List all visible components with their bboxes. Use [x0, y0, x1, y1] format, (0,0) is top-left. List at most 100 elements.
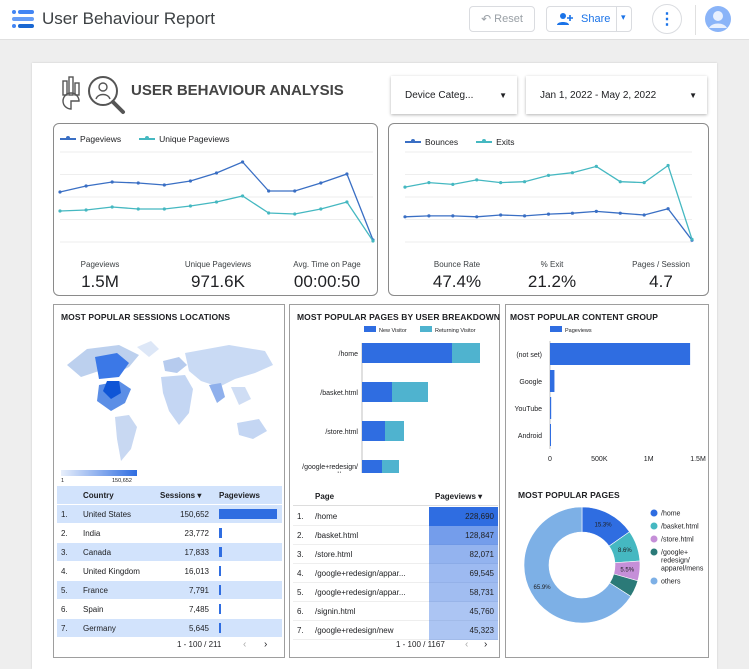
- pageviews-value: 228,690: [465, 512, 494, 521]
- data-point: [345, 200, 349, 204]
- pages-table: Page Pageviews ▾ 1. /home 228,690 2. /basket.h…: [293, 487, 498, 640]
- row-index: 6.: [61, 605, 68, 614]
- pageviews-value: 128,847: [465, 531, 494, 540]
- date-range-control[interactable]: Jan 1, 2022 - May 2, 2022 ▼: [526, 76, 707, 114]
- data-point: [240, 194, 245, 198]
- next-page-icon[interactable]: ›: [484, 639, 487, 650]
- table-row[interactable]: 5. /google+redesign/appar... 58,731: [293, 583, 498, 602]
- more-options-icon[interactable]: ⋮: [652, 4, 682, 34]
- table-row[interactable]: 6. Spain 7,485: [57, 600, 282, 618]
- table-row[interactable]: 4. United Kingdom 16,013: [57, 562, 282, 580]
- legend-label: apparel/mens: [661, 566, 704, 573]
- reset-button[interactable]: ↶ Reset: [469, 6, 535, 32]
- data-point: [110, 205, 114, 209]
- pageviews-bar: [219, 509, 277, 519]
- data-point: [136, 207, 140, 211]
- row-index: 7.: [297, 626, 304, 635]
- legend-swatch: [650, 535, 658, 543]
- data-point: [267, 189, 271, 193]
- table-row[interactable]: 7. /google+redesign/new 45,323: [293, 621, 498, 640]
- bar-segment: [452, 343, 480, 363]
- prev-page-icon[interactable]: ‹: [243, 639, 246, 650]
- locations-title: MOST POPULAR SESSIONS LOCATIONS: [61, 312, 231, 322]
- page-path: /signin.html: [315, 607, 356, 616]
- legend-marker: [411, 139, 415, 143]
- world-map[interactable]: [59, 327, 281, 467]
- share-dropdown-icon[interactable]: ▾: [621, 12, 626, 23]
- table-row[interactable]: 7. Germany 5,645: [57, 619, 282, 637]
- data-point: [427, 214, 431, 218]
- table-row[interactable]: 6. /signin.html 45,760: [293, 602, 498, 621]
- pageviews-value: 69,545: [469, 569, 494, 578]
- map-legend-min: 1: [61, 478, 65, 484]
- table-row[interactable]: 1. United States 150,652: [57, 505, 282, 523]
- data-point: [110, 180, 114, 184]
- avatar[interactable]: [705, 6, 731, 32]
- country-name: India: [83, 529, 101, 538]
- column-header-country: Country: [83, 491, 114, 500]
- row-index: 4.: [297, 569, 304, 578]
- table-row[interactable]: 3. /store.html 82,071: [293, 545, 498, 564]
- row-index: 3.: [61, 548, 68, 557]
- data-point: [136, 181, 140, 185]
- popular-pages-title: MOST POPULAR PAGES: [518, 490, 620, 500]
- pageviews-bar: [219, 585, 221, 595]
- pageviews-value: 45,323: [469, 626, 494, 635]
- table-row[interactable]: 2. India 23,772: [57, 524, 282, 542]
- column-header-sessions[interactable]: Sessions ▾: [160, 491, 201, 500]
- legend-label: /store.html: [661, 537, 694, 544]
- data-point: [642, 181, 646, 185]
- kpi-label: Unique Pageviews: [184, 260, 252, 269]
- category-label: YouTube: [514, 406, 542, 413]
- data-point: [618, 180, 622, 184]
- country-name: Germany: [83, 624, 116, 633]
- kpi-value: 47.4%: [432, 272, 482, 291]
- legend-label: /basket.html: [661, 524, 699, 531]
- legend-swatch: [650, 522, 658, 530]
- page-path: /store.html: [315, 550, 353, 559]
- sessions-value: 150,652: [180, 510, 209, 519]
- data-point: [84, 208, 88, 212]
- country-name: Canada: [83, 548, 112, 557]
- x-tick-label: 0: [548, 456, 552, 463]
- table-row[interactable]: 2. /basket.html 128,847: [293, 526, 498, 545]
- kpi-label: % Exit: [540, 260, 564, 269]
- data-point: [475, 178, 479, 182]
- device-category-filter[interactable]: Device Categ... ▼: [391, 76, 517, 114]
- country-name: France: [83, 586, 108, 595]
- row-index: 7.: [61, 624, 68, 633]
- pageviews-line-chart: [58, 151, 375, 243]
- table-row[interactable]: 3. Canada 17,833: [57, 543, 282, 561]
- share-label: Share: [581, 13, 611, 25]
- data-point: [475, 215, 479, 219]
- legend-label: others: [661, 579, 681, 586]
- pageviews-card: Pageviews Unique Pageviews Pageviews 1.5M U…: [53, 123, 378, 296]
- legend-swatch: [420, 326, 432, 332]
- country-name: United Kingdom: [83, 567, 140, 576]
- category-label: apparel/mens: [316, 472, 359, 473]
- legend-swatch: [139, 136, 156, 140]
- table-row[interactable]: 1. /home 228,690: [293, 507, 498, 526]
- data-point: [319, 207, 323, 211]
- table-row[interactable]: 4. /google+redesign/appar... 69,545: [293, 564, 498, 583]
- table-row[interactable]: 5. France 7,791: [57, 581, 282, 599]
- column-header-pageviews[interactable]: Pageviews ▾: [435, 492, 482, 501]
- kpi-label: Pages / Session: [632, 260, 690, 269]
- kpi-value: 971.6K: [191, 272, 245, 291]
- bar-segment: [385, 421, 404, 441]
- legend-swatch: [60, 136, 76, 140]
- page-path: /home: [315, 512, 338, 521]
- data-point: [345, 172, 349, 176]
- share-button[interactable]: Share ▾: [546, 6, 632, 32]
- legend-label: Pageviews: [565, 328, 592, 334]
- pageviews-value: 82,071: [469, 550, 494, 559]
- next-page-icon[interactable]: ›: [264, 639, 267, 650]
- sessions-locations-panel: MOST POPULAR SESSIONS LOCATIONS 1 150,65…: [53, 304, 285, 658]
- data-studio-logo-icon: [12, 10, 34, 28]
- row-index: 4.: [61, 567, 68, 576]
- prev-page-icon[interactable]: ‹: [465, 639, 468, 650]
- data-point: [58, 209, 62, 213]
- kpi-label: Pageviews: [80, 260, 120, 269]
- kpi-value: 00:00:50: [293, 272, 361, 291]
- add-person-icon: [557, 13, 573, 25]
